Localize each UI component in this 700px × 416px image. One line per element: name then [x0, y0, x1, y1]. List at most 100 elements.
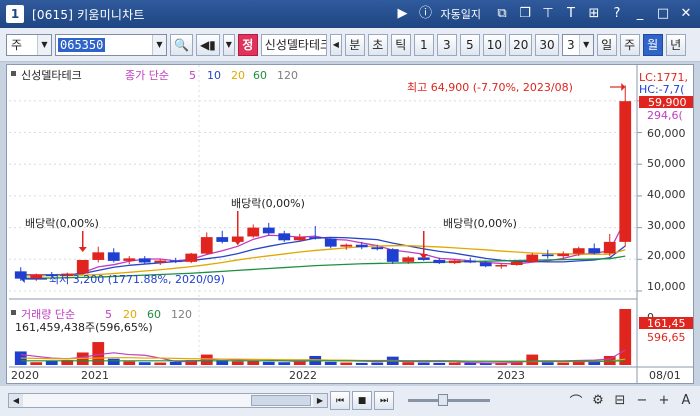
- range-day-button[interactable]: 일: [596, 33, 617, 56]
- chevron-down-icon[interactable]: ▼: [37, 34, 51, 55]
- drawing-tool-icon[interactable]: ⌒: [568, 391, 584, 410]
- candle-body: [355, 244, 368, 248]
- candle-body: [154, 260, 167, 263]
- speaker-button[interactable]: ◀▮: [195, 33, 220, 56]
- zoom-slider[interactable]: [408, 394, 490, 406]
- volume-bar: [448, 362, 461, 365]
- triangle-left-icon: ◀: [332, 40, 339, 49]
- dividend-label-2020: 배당락(0,00%): [25, 217, 99, 230]
- period-minute-button[interactable]: 분: [344, 33, 365, 56]
- scroll-right-icon[interactable]: ▶: [313, 394, 327, 407]
- legend-ma-120: 120: [277, 69, 298, 82]
- candle-body: [169, 260, 182, 263]
- stop-button[interactable]: ■: [352, 391, 372, 410]
- volume-bar: [169, 361, 182, 365]
- period-3-button[interactable]: 3: [436, 33, 457, 56]
- candle-body: [433, 259, 446, 264]
- candle-body: [324, 238, 337, 247]
- last-button[interactable]: ⏭: [374, 391, 394, 410]
- link-arrow-icon[interactable]: ▶: [395, 6, 411, 22]
- pin-icon[interactable]: ⊤: [540, 6, 556, 22]
- candle-body: [402, 257, 415, 262]
- period-1-button[interactable]: 1: [413, 33, 434, 56]
- jeong-button[interactable]: 정: [237, 33, 258, 56]
- auto-journal-label[interactable]: 자동일지: [441, 6, 481, 22]
- interval-select[interactable]: 3 ▼: [561, 33, 594, 56]
- period-second-button[interactable]: 초: [367, 33, 388, 56]
- period-10-button[interactable]: 10: [482, 33, 507, 56]
- ma-price-tag: 294,6(: [647, 109, 683, 122]
- x-axis-label-2020: 2020: [11, 369, 39, 382]
- period-5-button[interactable]: 5: [459, 33, 480, 56]
- candle-body: [541, 254, 554, 257]
- candle-body: [14, 271, 27, 279]
- legend-ma-20: 20: [231, 69, 245, 82]
- market-select[interactable]: 주 ▼: [6, 33, 52, 56]
- volume-bar: [371, 362, 384, 365]
- candle-body: [603, 241, 616, 254]
- range-week-button[interactable]: 주: [619, 33, 640, 56]
- candle-body: [123, 258, 136, 261]
- volume-bar: [262, 361, 275, 365]
- volume-bar: [231, 361, 244, 365]
- dividend-label-2022: 배당락(0,00%): [443, 217, 517, 230]
- period-20-button[interactable]: 20: [509, 33, 533, 56]
- chevron-down-icon[interactable]: ▼: [578, 34, 593, 55]
- candle-body: [278, 233, 291, 241]
- help-icon[interactable]: ?: [609, 6, 625, 22]
- first-button[interactable]: ⏮: [330, 391, 350, 410]
- zoom-out-icon[interactable]: −: [634, 391, 650, 409]
- volume-bar: [417, 362, 430, 365]
- period-tick-button[interactable]: 틱: [390, 33, 411, 56]
- volume-bar: [355, 362, 368, 365]
- zoom-slider-thumb[interactable]: [438, 394, 448, 406]
- stock-code-input[interactable]: 065350 ▼: [55, 33, 167, 56]
- horizontal-scrollbar[interactable]: ◀ ▶: [8, 393, 328, 408]
- range-month-button[interactable]: 월: [642, 33, 663, 56]
- text-size-icon[interactable]: T: [563, 6, 579, 22]
- info-icon[interactable]: ⓘ: [418, 6, 434, 22]
- settings-icon[interactable]: ⚙: [590, 391, 606, 409]
- range-year-button[interactable]: 년: [665, 33, 686, 56]
- volume-bar: [138, 362, 151, 365]
- close-icon[interactable]: ✕: [678, 6, 694, 22]
- window-title: [0615] 키움미니차트: [32, 7, 145, 22]
- low-annotation: 최저 3,200 (1771.88%, 2020/09): [49, 273, 225, 286]
- grid-icon[interactable]: ⊞: [586, 6, 602, 22]
- candle-body: [30, 274, 43, 279]
- chevron-down-icon[interactable]: ▼: [152, 34, 166, 55]
- dividend-arrow-head: [233, 240, 242, 245]
- chart-toolbar: 주 ▼ 065350 ▼ 🔍 ◀▮ ▼ 정 신성델타테크 ◀ 분 초 틱 1 3…: [0, 28, 700, 62]
- volume-tag-max: 161,45: [647, 317, 686, 330]
- search-button[interactable]: 🔍: [170, 33, 193, 56]
- window-number: 1: [6, 5, 24, 23]
- font-size-icon[interactable]: A: [678, 391, 694, 409]
- chevron-down-icon: ▼: [225, 40, 232, 49]
- candle-body: [448, 260, 461, 264]
- candle-body: [107, 252, 120, 261]
- indicator-icon[interactable]: ⊟: [612, 391, 628, 409]
- period-left-button[interactable]: ◀: [329, 33, 342, 56]
- market-value: 주: [11, 38, 23, 52]
- speaker-icon: ◀▮: [199, 37, 216, 52]
- volume-ma-20: 20: [123, 308, 137, 321]
- window-layout-icon[interactable]: ⧉: [494, 6, 510, 22]
- candlestick-chart[interactable]: 신성델타테크 종가 단순 5 10 20 60 120 60,000 50,000 40,000 3…: [7, 65, 693, 383]
- chart-area[interactable]: 신성델타테크 종가 단순 5 10 20 60 120 60,000 50,000 40,000 3…: [6, 64, 694, 384]
- scroll-left-icon[interactable]: ◀: [9, 394, 23, 407]
- copy-window-icon[interactable]: ❐: [517, 6, 533, 22]
- period-30-button[interactable]: 30: [535, 33, 559, 56]
- stop-icon: ■: [357, 395, 367, 406]
- legend-ma-10: 10: [207, 69, 221, 82]
- minimize-icon[interactable]: _: [632, 6, 648, 22]
- candle-body: [76, 259, 89, 274]
- bottom-bar: ◀ ▶ ⏮ ■ ⏭ ⌒ ⚙ ⊟ − + A: [0, 386, 700, 416]
- scroll-thumb[interactable]: [251, 395, 311, 406]
- maximize-icon[interactable]: □: [655, 6, 671, 22]
- speaker-dropdown[interactable]: ▼: [222, 33, 235, 56]
- price-axis-label: 10,000: [647, 280, 686, 293]
- candle-body: [572, 248, 585, 254]
- x-axis-label-2021: 2021: [81, 369, 109, 382]
- price-axis-label: 30,000: [647, 219, 686, 232]
- zoom-in-icon[interactable]: +: [656, 391, 672, 409]
